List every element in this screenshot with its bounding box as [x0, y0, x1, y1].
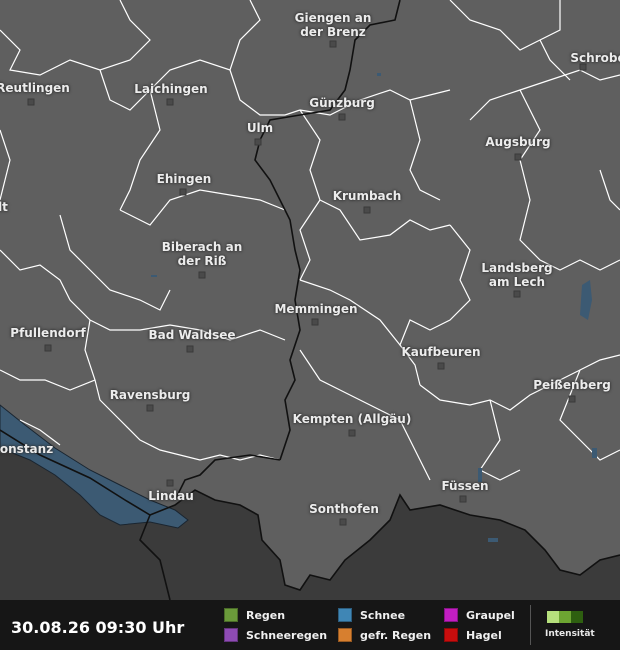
city-label-schrobenhausen: Schrobe — [570, 51, 620, 65]
intensity-step-low — [547, 611, 559, 623]
legend-label-schneeregen: Schneeregen — [246, 628, 328, 642]
city-label-giengen: Giengen an der Brenz — [294, 11, 372, 39]
intensity-step-high — [571, 611, 583, 623]
legend-item-hagel: Hagel — [444, 628, 502, 642]
city-label-partial-left: lt — [0, 200, 8, 214]
legend-label-graupel: Graupel — [466, 608, 515, 622]
city-dot-biberach — [198, 271, 206, 279]
legend-item-gefr-regen: gefr. Regen — [338, 628, 431, 642]
city-label-peissenberg: Peißenberg — [533, 378, 611, 392]
intensity-step-mid — [559, 611, 571, 623]
city-dot-laichingen — [166, 98, 174, 106]
city-dot-ulm — [254, 138, 262, 146]
gefr-regen-swatch — [338, 628, 352, 642]
city-dot-ehingen — [179, 188, 187, 196]
city-label-pfullendorf: Pfullendorf — [10, 326, 86, 340]
city-label-konstanz: Konstanz — [0, 442, 54, 456]
legend-label-regen: Regen — [246, 608, 286, 622]
city-dot-kempten — [348, 429, 356, 437]
city-dot-ravensburg — [146, 404, 154, 412]
legend-label-hagel: Hagel — [466, 628, 502, 642]
city-label-reutlingen: Reutlingen — [0, 81, 70, 95]
legend-label-schnee: Schnee — [360, 608, 406, 622]
schnee-swatch — [338, 608, 352, 622]
city-dot-pfullendorf — [44, 344, 52, 352]
regen-swatch — [224, 608, 238, 622]
city-dot-reutlingen — [27, 98, 35, 106]
city-dot-memmingen — [311, 318, 319, 326]
city-label-kaufbeuren: Kaufbeuren — [401, 345, 481, 359]
city-dot-guenzburg — [338, 113, 346, 121]
legend-bar: 30.08.26 09:30 Uhr Regen Schnee Graupel … — [0, 600, 620, 650]
city-label-laichingen: Laichingen — [134, 82, 208, 96]
city-dot-peissenberg — [568, 395, 576, 403]
city-dot-landsberg — [513, 290, 521, 298]
timestamp: 30.08.26 09:30 Uhr — [11, 618, 185, 637]
city-label-fuessen: Füssen — [441, 479, 489, 493]
city-dot-augsburg — [514, 153, 522, 161]
legend-item-regen: Regen — [224, 608, 285, 622]
legend-divider — [530, 605, 531, 645]
city-label-ravensburg: Ravensburg — [109, 388, 191, 402]
graupel-swatch — [444, 608, 458, 622]
city-label-landsberg: Landsberg am Lech — [481, 261, 553, 289]
city-dot-lindau — [166, 479, 174, 487]
intensity-scale — [547, 611, 583, 623]
city-dot-bad-waldsee — [186, 345, 194, 353]
city-dot-kaufbeuren — [437, 362, 445, 370]
hagel-swatch — [444, 628, 458, 642]
legend-item-graupel: Graupel — [444, 608, 515, 622]
city-dot-giengen — [329, 40, 337, 48]
city-dot-sonthofen — [339, 518, 347, 526]
city-label-augsburg: Augsburg — [485, 135, 551, 149]
city-label-krumbach: Krumbach — [332, 189, 402, 203]
weather-map[interactable]: Giengen an der Brenz Reutlingen Laichinge… — [0, 0, 620, 600]
city-label-lindau: Lindau — [148, 489, 194, 503]
city-label-ulm: Ulm — [246, 121, 274, 135]
legend-item-schneeregen: Schneeregen — [224, 628, 327, 642]
schneeregen-swatch — [224, 628, 238, 642]
city-dot-krumbach — [363, 206, 371, 214]
city-dot-fuessen — [459, 495, 467, 503]
city-label-guenzburg: Günzburg — [309, 96, 375, 110]
city-label-biberach: Biberach an der Riß — [161, 240, 243, 268]
city-label-kempten: Kempten (Allgäu) — [292, 412, 412, 426]
legend-label-gefr-regen: gefr. Regen — [360, 628, 432, 642]
city-label-sonthofen: Sonthofen — [309, 502, 379, 516]
legend-item-schnee: Schnee — [338, 608, 405, 622]
city-label-bad-waldsee: Bad Waldsee — [148, 328, 236, 342]
city-label-ehingen: Ehingen — [156, 172, 212, 186]
intensity-label: Intensität — [545, 629, 595, 639]
city-label-memmingen: Memmingen — [274, 302, 358, 316]
